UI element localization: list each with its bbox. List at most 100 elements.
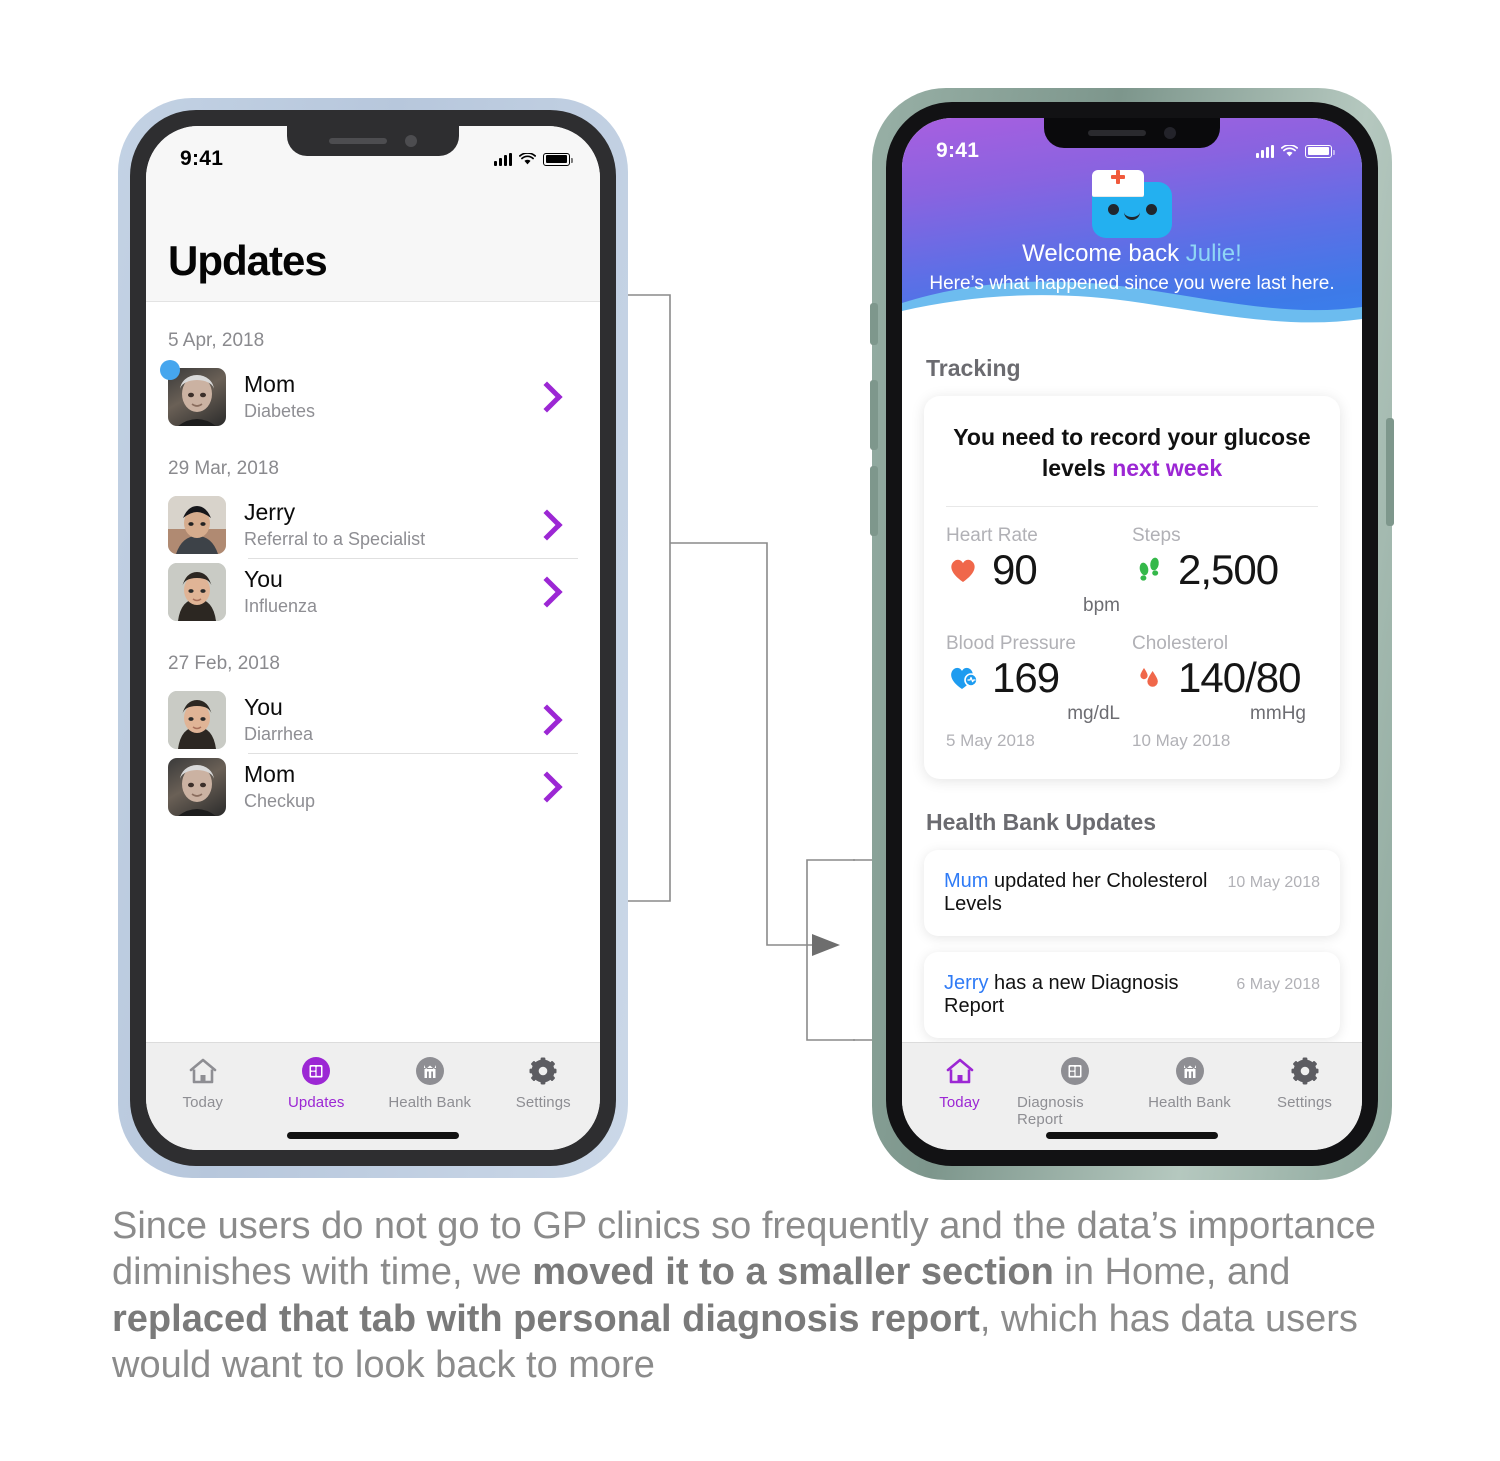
front-camera	[405, 135, 417, 147]
home-indicator[interactable]	[1046, 1132, 1218, 1139]
update-group: 5 Apr, 2018 Mom Diabetes	[160, 302, 578, 430]
welcome-prefix: Welcome back	[1022, 240, 1186, 267]
home-content[interactable]: Tracking You need to record your glucose…	[902, 333, 1362, 1042]
tab-label: Health Bank	[388, 1094, 472, 1111]
tab-diagnosis-report[interactable]: Diagnosis Report	[1017, 1054, 1132, 1128]
tab-label: Today	[939, 1094, 980, 1111]
glucose-notice-highlight: next week	[1112, 454, 1223, 481]
earpiece-speaker	[329, 138, 387, 144]
connector-arrowhead	[812, 934, 840, 956]
metric-steps[interactable]: Steps 2,500	[1132, 525, 1318, 617]
metric-value: 2,500	[1178, 545, 1279, 593]
metric-blood-pressure[interactable]: Blood Pressure 169 mg/dL 5 May 2018	[946, 633, 1132, 751]
nurse-robot-mascot	[1084, 170, 1180, 238]
heart-pulse-icon	[946, 663, 980, 693]
list-item[interactable]: Jerry Referral to a Specialist	[168, 492, 578, 558]
tab-label: Updates	[287, 1094, 345, 1111]
list-item[interactable]: Mom Diabetes	[160, 360, 578, 430]
front-camera	[1164, 127, 1176, 139]
wifi-icon	[1281, 144, 1298, 156]
metric-date: 10 May 2018	[1132, 730, 1231, 750]
list-item[interactable]: Mom Checkup	[168, 754, 578, 820]
list-item-subtitle: Diabetes	[244, 400, 316, 421]
footsteps-icon	[1132, 555, 1166, 585]
list-item-name: Mom	[244, 371, 296, 398]
tab-updates[interactable]: Updates	[260, 1054, 374, 1111]
metric-value: 140/80	[1178, 653, 1301, 701]
chevron-right-icon[interactable]	[531, 704, 563, 736]
list-item-name: Mom	[244, 761, 296, 788]
heart-icon	[946, 555, 980, 585]
health-bank-icon	[1173, 1054, 1207, 1088]
welcome-subtitle: Here’s what happened since you were last…	[929, 273, 1335, 294]
metric-value-row: 140/80	[1132, 653, 1312, 701]
list-item-subtitle: Checkup	[244, 790, 316, 811]
right-phone-volume-down[interactable]	[870, 466, 878, 536]
avatar	[160, 360, 226, 426]
gear-icon	[1288, 1054, 1322, 1088]
tab-health-bank[interactable]: Health Bank	[1132, 1054, 1247, 1111]
list-item[interactable]: You Diarrhea	[168, 687, 578, 753]
list-item-subtitle: Diarrhea	[244, 723, 314, 744]
section-title-tracking: Tracking	[926, 355, 1021, 381]
metric-heart-rate[interactable]: Heart Rate 90 bpm	[946, 525, 1132, 617]
tab-label: Today	[182, 1094, 224, 1111]
list-item-texts: Mom Checkup	[244, 761, 536, 813]
metric-value-row: 2,500	[1132, 545, 1312, 593]
list-item-texts: Mom Diabetes	[244, 371, 536, 423]
home-indicator[interactable]	[287, 1132, 459, 1139]
metric-label: Cholesterol	[1132, 632, 1229, 654]
avatar	[168, 496, 226, 554]
tab-today[interactable]: Today	[902, 1054, 1017, 1111]
metric-unit: mmHg	[1250, 702, 1306, 724]
chevron-right-icon[interactable]	[531, 509, 563, 541]
left-tab-bar[interactable]: Today Updates Health Bank Settings	[146, 1042, 600, 1150]
updates-list[interactable]: 5 Apr, 2018 Mom Diabetes 29 Mar, 2018 Je…	[146, 302, 600, 1042]
metric-value-row: 169	[946, 653, 1126, 701]
right-phone-mute-switch[interactable]	[870, 303, 878, 345]
right-phone-power-button[interactable]	[1386, 418, 1394, 526]
health-bank-date: 10 May 2018	[1227, 873, 1320, 891]
connector-right-bracket-2	[807, 860, 853, 1040]
avatar-face-woman	[168, 563, 226, 621]
welcome-line: Welcome back Julie!	[902, 240, 1362, 268]
cellular-signal-icon	[494, 152, 512, 166]
tab-today[interactable]: Today	[146, 1054, 260, 1111]
chevron-right-icon[interactable]	[531, 381, 563, 413]
tracking-card[interactable]: You need to record your glucose levels n…	[924, 396, 1340, 779]
health-bank-update-text: Jerry has a new Diagnosis Report	[944, 972, 1222, 1018]
avatar-face-elderly	[178, 765, 216, 816]
metric-label: Steps	[1132, 524, 1181, 546]
avatar	[168, 563, 226, 621]
mascot-eye-right	[1146, 204, 1157, 215]
list-item[interactable]: Jerry has a new Diagnosis Report 6 May 2…	[924, 951, 1340, 1038]
group-date: 29 Mar, 2018	[168, 458, 279, 479]
tab-settings[interactable]: Settings	[1247, 1054, 1362, 1111]
list-item[interactable]: Mum updated her Cholesterol Levels 10 Ma…	[924, 849, 1340, 936]
right-phone-volume-up[interactable]	[870, 380, 878, 450]
right-tab-bar[interactable]: Today Diagnosis Report Health Bank Setti…	[902, 1042, 1362, 1150]
list-item-name: Jerry	[244, 499, 296, 526]
status-time: 9:41	[180, 147, 224, 170]
tab-settings[interactable]: Settings	[487, 1054, 601, 1111]
metric-date: 5 May 2018	[946, 730, 1035, 750]
status-icons	[494, 152, 573, 166]
chevron-right-icon[interactable]	[531, 771, 563, 803]
welcome-user-name: Julie	[1185, 240, 1236, 267]
metric-value: 90	[992, 545, 1038, 593]
avatar-face-man	[168, 496, 226, 554]
avatar-face-elderly	[178, 375, 216, 426]
tab-health-bank[interactable]: Health Bank	[373, 1054, 487, 1111]
tab-label: Settings	[1277, 1094, 1332, 1111]
group-date: 5 Apr, 2018	[168, 330, 265, 351]
list-item[interactable]: You Influenza	[168, 559, 578, 625]
health-bank-update-text: Mum updated her Cholesterol Levels	[944, 870, 1213, 916]
chevron-right-icon[interactable]	[531, 576, 563, 608]
avatar	[168, 758, 226, 816]
update-group: 29 Mar, 2018 Jerry Referral to a Special…	[168, 430, 578, 625]
metric-value: 169	[992, 653, 1060, 701]
list-item-texts: You Influenza	[244, 566, 536, 618]
tab-label: Health Bank	[1148, 1094, 1231, 1111]
metric-cholesterol[interactable]: Cholesterol 140/80 mmHg 10 May 2018	[1132, 633, 1318, 751]
page-title: Updates	[168, 237, 328, 284]
